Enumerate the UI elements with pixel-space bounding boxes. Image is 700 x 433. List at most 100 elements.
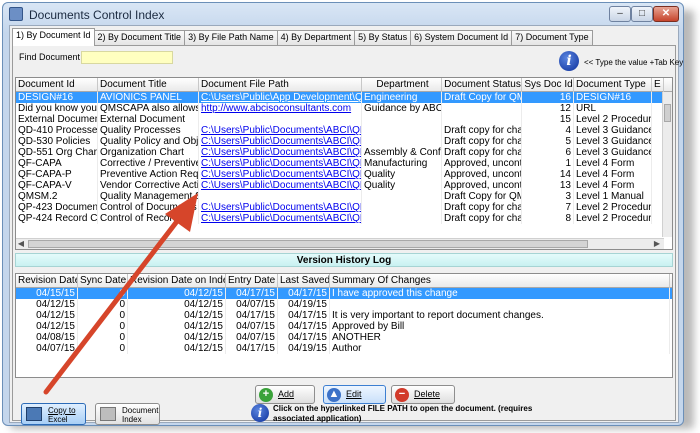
cell-file-path[interactable]: C:\Users\Public\Documents\ABCI\QMS xyxy=(199,125,362,136)
document-row[interactable]: QF-CAPA-VVendor Corrective ActionC:\User… xyxy=(16,180,666,191)
cell-entry-date: 04/17/15 xyxy=(226,288,278,299)
scroll-left-arrow-icon[interactable]: ◀ xyxy=(16,239,26,249)
cell-file-path[interactable]: C:\Users\Public\App Development\QMS xyxy=(199,92,362,103)
tab-system-document-id[interactable]: 6) System Document Id xyxy=(410,30,513,46)
col-department[interactable]: Department xyxy=(362,78,442,92)
maximize-button[interactable]: □ xyxy=(631,6,653,22)
cell-last-saved: 04/19/15 xyxy=(278,343,330,354)
document-row[interactable]: QD-410 Processes Quality Processes C:\User… xyxy=(16,125,666,136)
document-row[interactable]: QF-CAPACorrective / Preventive AC:\Users… xyxy=(16,158,666,169)
col-entry-date[interactable]: Entry Date xyxy=(226,274,278,288)
col-document-type[interactable]: Document Type xyxy=(574,78,652,92)
documents-horizontal-scrollbar[interactable]: ◀ ▶ xyxy=(16,238,664,249)
document-row[interactable]: DESIGN#16 AVIONICS PANEL C:\Users\Public\A… xyxy=(16,92,666,103)
document-row[interactable]: QP-424 Record Cor Control of Records C:\Us… xyxy=(16,213,666,224)
cell-document-id: DESIGN#16 xyxy=(16,92,98,103)
cell-sys-doc-id: 15 xyxy=(522,114,574,125)
cell-document-title: Control of Documents xyxy=(98,202,199,213)
document-row[interactable]: QMSM.2Quality Management Sys Draft Copy f… xyxy=(16,191,666,202)
add-plus-icon: + xyxy=(259,388,273,402)
cell-department: Quality xyxy=(362,169,442,180)
version-history-row[interactable]: 04/08/15 0 04/12/15 04/07/15 04/17/15 ANOTHER xyxy=(16,332,672,343)
find-hint: << Type the value +Tab Key xyxy=(584,58,684,67)
cell-status: Draft copy for chang xyxy=(442,202,522,213)
document-row[interactable]: External Document External Document 15 Leve… xyxy=(16,114,666,125)
version-history-row[interactable]: 04/12/15 0 04/12/15 04/17/15 04/17/15 It is v… xyxy=(16,310,672,321)
cell-revision-date: 04/07/15 xyxy=(16,343,78,354)
cell-file-path[interactable]: C:\Users\Public\Documents\ABCI\QMS xyxy=(199,202,362,213)
edit-button[interactable]: ▲ Edit xyxy=(323,385,386,404)
add-button[interactable]: + Add xyxy=(255,385,315,404)
cell-status: Approved, uncontro xyxy=(444,180,522,191)
copy-to-excel-button[interactable]: Copy to Excel xyxy=(21,403,86,425)
copy-to-excel-label-2: Excel xyxy=(48,415,68,424)
cell-file-path[interactable]: C:\Users\Public\Documents\ABCI\QMS xyxy=(199,147,362,158)
bottom-bar: Copy to Excel Document Index i Click on … xyxy=(13,403,677,425)
version-history-row[interactable]: 04/12/15 0 04/12/15 04/07/15 04/19/15 xyxy=(16,299,672,310)
col-sync-date[interactable]: Sync Date xyxy=(78,274,128,288)
document-index-button[interactable]: Document Index xyxy=(95,403,160,425)
cell-sys-doc-id: 8 xyxy=(522,213,574,224)
cell-document-type: DESIGN#16 xyxy=(574,92,652,103)
cell-sys-doc-id: 14 xyxy=(522,169,574,180)
cell-file-path[interactable]: C:\Users\Public\Documents\ABCI\QMS xyxy=(199,213,362,224)
cell-sys-doc-id: 7 xyxy=(522,202,574,213)
minimize-button[interactable]: – xyxy=(609,6,631,22)
cell-sync-date: 0 xyxy=(78,310,128,321)
tab-by-status[interactable]: 5) By Status xyxy=(354,30,412,46)
close-button[interactable]: ✕ xyxy=(653,6,679,22)
cell-file-path[interactable]: C:\Users\Public\Documents\ABCI\QMS xyxy=(199,136,362,147)
cell-document-type: Level 4 Form xyxy=(574,169,652,180)
tab-by-file-path-name[interactable]: 3) By File Path Name xyxy=(184,30,278,46)
version-history-row[interactable]: 04/12/15 0 04/12/15 04/07/15 04/17/15 Approve… xyxy=(16,321,672,332)
cell-status: Approved, uncontro xyxy=(444,169,522,180)
version-history-title: Version History Log xyxy=(15,253,673,267)
col-document-status[interactable]: Document Status xyxy=(442,78,522,92)
cell-file-path[interactable]: C:\Users\Public\Documents\ABCI\QMS xyxy=(199,169,362,180)
tab-by-document-id[interactable]: 1) By Document Id xyxy=(12,28,95,46)
cell-status: Draft Copy for QMS xyxy=(442,92,522,103)
cell-sync-date: 0 xyxy=(78,288,128,299)
cell-document-title: Organization Chart xyxy=(98,147,199,158)
scroll-right-arrow-icon[interactable]: ▶ xyxy=(652,239,662,249)
document-row[interactable]: QD-551 Org Chart Organization Chart C:\Use… xyxy=(16,147,666,158)
cell-document-type: Level 3 Guidance D xyxy=(576,125,652,136)
title-bar[interactable]: Documents Control Index – □ ✕ xyxy=(3,3,683,25)
version-history-row[interactable]: 04/07/15 0 04/12/15 04/17/15 04/19/15 Author xyxy=(16,343,672,354)
cell-department xyxy=(362,136,442,147)
document-row[interactable]: QF-CAPA-P Preventive Action Reque C:\Users… xyxy=(16,169,666,180)
col-summary-of-changes[interactable]: Summary Of Changes xyxy=(330,274,670,288)
cell-department: Engineering xyxy=(362,92,442,103)
cell-file-path xyxy=(199,114,362,125)
cell-file-path[interactable]: C:\Users\Public\Documents\ABCI\QMS xyxy=(199,158,362,169)
find-document-id-input[interactable] xyxy=(81,51,173,64)
col-revision-date[interactable]: Revision Date xyxy=(16,274,78,288)
cell-summary-of-changes: I have approved this change xyxy=(330,288,670,299)
col-e[interactable]: E xyxy=(652,78,664,92)
col-revision-date-on-index[interactable]: Revision Date on Index xyxy=(128,274,226,288)
cell-revision-date-on-index: 04/12/15 xyxy=(128,299,226,310)
document-index-label-1: Document xyxy=(122,406,159,415)
tab-by-department[interactable]: 4) By Department xyxy=(276,30,356,46)
cell-summary-of-changes: Author xyxy=(330,343,670,354)
version-history-row[interactable]: 04/15/15 0 04/12/15 04/17/15 04/17/15 I have … xyxy=(16,288,672,299)
col-last-saved[interactable]: Last Saved xyxy=(278,274,330,288)
cell-document-id: QF-CAPA-P xyxy=(16,169,98,180)
document-row[interactable]: QP-423 Document CControl of DocumentsC:\… xyxy=(16,202,666,213)
col-document-id[interactable]: Document Id xyxy=(16,78,98,92)
horizontal-scroll-thumb[interactable] xyxy=(28,240,588,248)
cell-file-path[interactable]: C:\Users\Public\Documents\ABCI\QMS xyxy=(199,180,362,191)
cell-revision-date-on-index: 04/12/15 xyxy=(128,310,226,321)
tab-by-document-title[interactable]: 2) By Document Title xyxy=(93,30,186,46)
document-row[interactable]: QD-530 Policies Quality Policy and Objec C… xyxy=(16,136,666,147)
cell-file-path[interactable]: http://www.abcisoconsultants.com xyxy=(199,103,362,114)
vertical-scroll-thumb[interactable] xyxy=(664,104,671,122)
documents-vertical-scrollbar[interactable] xyxy=(662,92,672,237)
document-row[interactable]: Did you know you c QMSCAPA also allows yh… xyxy=(16,103,666,114)
tab-document-type[interactable]: 7) Document Type xyxy=(511,30,593,46)
col-sys-doc-id[interactable]: Sys Doc Id xyxy=(522,78,574,92)
col-document-title[interactable]: Document Title xyxy=(98,78,199,92)
delete-button[interactable]: − Delete xyxy=(391,385,455,404)
col-document-file-path[interactable]: Document File Path xyxy=(199,78,362,92)
cell-sys-doc-id: 3 xyxy=(522,191,574,202)
